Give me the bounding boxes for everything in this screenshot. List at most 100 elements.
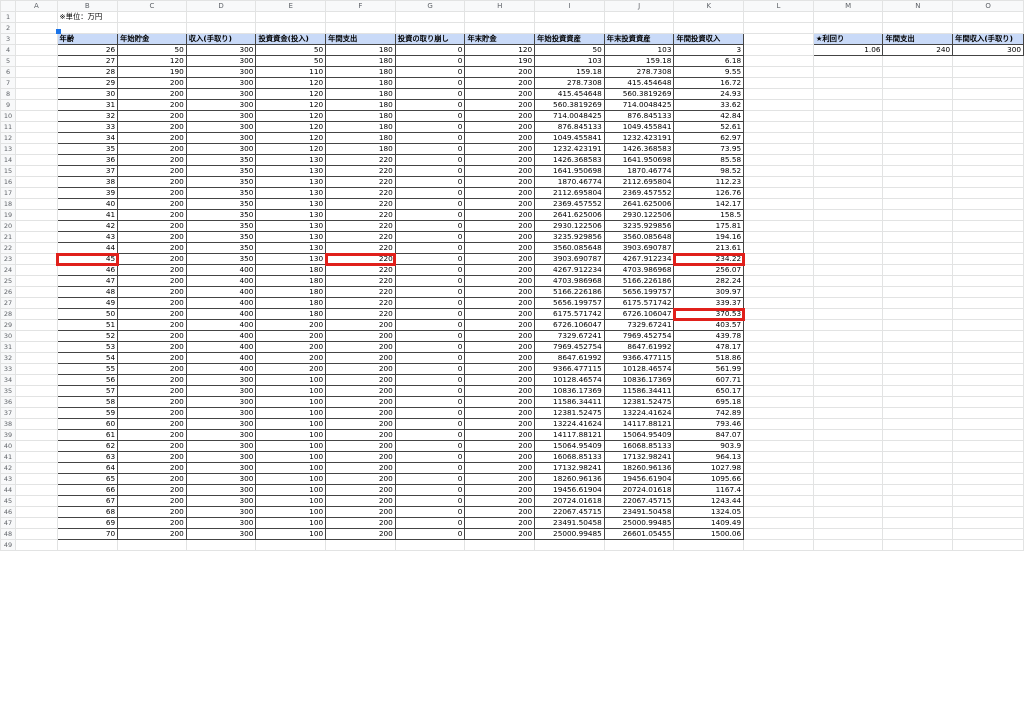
data-cell[interactable]: 200 (117, 374, 187, 386)
cell[interactable] (952, 209, 1024, 221)
data-cell[interactable]: 400 (185, 275, 257, 287)
data-cell[interactable]: 120 (117, 55, 187, 67)
cell[interactable] (952, 99, 1024, 111)
data-cell[interactable]: 46 (56, 264, 119, 276)
data-cell[interactable]: 714.0048425 (534, 110, 605, 122)
data-cell[interactable]: 180 (325, 66, 396, 78)
data-cell[interactable]: 200 (464, 473, 536, 485)
data-cell[interactable]: 350 (185, 187, 257, 199)
data-cell[interactable]: 50 (117, 44, 187, 56)
data-cell[interactable]: 876.845133 (603, 110, 675, 122)
data-cell[interactable]: 200 (117, 396, 187, 408)
data-cell[interactable]: 0 (394, 330, 466, 342)
data-cell[interactable]: 200 (325, 396, 396, 408)
data-cell[interactable]: 220 (325, 231, 396, 243)
cell[interactable] (882, 484, 954, 496)
data-cell[interactable]: 120 (255, 99, 327, 111)
cell[interactable] (15, 11, 58, 23)
data-cell[interactable]: 10128.46574 (534, 374, 605, 386)
data-cell[interactable]: 200 (325, 330, 396, 342)
data-cell[interactable]: 40 (56, 198, 119, 210)
cell[interactable] (464, 22, 536, 34)
data-cell[interactable]: 200 (117, 121, 187, 133)
cell[interactable] (15, 374, 58, 386)
data-cell[interactable]: 180 (255, 275, 327, 287)
data-cell[interactable]: 742.89 (673, 407, 745, 419)
data-cell[interactable]: 300 (185, 451, 257, 463)
data-cell[interactable]: 1500.06 (673, 528, 745, 540)
row-header[interactable]: 18 (0, 198, 17, 210)
data-cell[interactable]: 100 (255, 385, 327, 397)
data-cell[interactable]: 19456.61904 (603, 473, 675, 485)
cell[interactable] (882, 473, 954, 485)
data-cell[interactable]: 200 (464, 220, 536, 232)
cell[interactable] (952, 253, 1024, 265)
data-cell[interactable]: 200 (325, 473, 396, 485)
cell[interactable] (952, 506, 1024, 518)
data-cell[interactable]: 7969.452754 (603, 330, 675, 342)
data-cell[interactable]: 200 (117, 209, 187, 221)
data-cell[interactable]: 964.13 (673, 451, 745, 463)
data-cell[interactable]: 120 (255, 110, 327, 122)
cell[interactable] (882, 528, 954, 540)
cell[interactable] (882, 110, 954, 122)
data-cell[interactable]: 220 (325, 220, 396, 232)
cell[interactable] (812, 275, 884, 287)
data-cell[interactable]: 200 (255, 352, 327, 364)
data-cell[interactable]: 200 (464, 440, 536, 452)
cell[interactable] (812, 363, 884, 375)
cell[interactable] (952, 231, 1024, 243)
cell[interactable] (743, 88, 814, 100)
data-cell[interactable]: 200 (117, 517, 187, 529)
data-cell[interactable]: 200 (464, 319, 536, 331)
data-cell[interactable]: 350 (185, 242, 257, 254)
cell[interactable] (117, 22, 187, 34)
cell[interactable] (812, 451, 884, 463)
cell[interactable] (812, 396, 884, 408)
cell[interactable] (394, 539, 466, 551)
data-cell[interactable]: 120 (255, 88, 327, 100)
cell[interactable] (15, 154, 58, 166)
cell[interactable] (812, 176, 884, 188)
data-cell[interactable]: 300 (185, 55, 257, 67)
data-cell[interactable]: 18260.96136 (603, 462, 675, 474)
data-cell[interactable]: 1870.46774 (534, 176, 605, 188)
data-cell[interactable]: 19456.61904 (534, 484, 605, 496)
cell[interactable] (812, 352, 884, 364)
row-header[interactable]: 25 (0, 275, 17, 287)
cell[interactable] (882, 363, 954, 375)
data-cell[interactable]: 159.18 (603, 55, 675, 67)
data-cell[interactable]: 200 (117, 440, 187, 452)
data-cell[interactable]: 1426.368583 (534, 154, 605, 166)
row-header[interactable]: 20 (0, 220, 17, 232)
cell[interactable] (952, 22, 1024, 34)
cell[interactable] (743, 374, 814, 386)
cell[interactable] (743, 539, 814, 551)
data-cell[interactable]: 0 (394, 396, 466, 408)
cell[interactable] (743, 495, 814, 507)
data-cell[interactable]: 200 (464, 506, 536, 518)
cell[interactable] (882, 187, 954, 199)
data-cell[interactable]: 50 (534, 44, 605, 56)
cell[interactable] (952, 297, 1024, 309)
data-cell[interactable]: 60 (56, 418, 119, 430)
cell[interactable] (743, 473, 814, 485)
data-cell[interactable]: 300 (185, 132, 257, 144)
cell[interactable] (743, 176, 814, 188)
data-cell[interactable]: 200 (325, 407, 396, 419)
cell[interactable] (56, 22, 119, 34)
data-cell[interactable]: 213.61 (673, 242, 745, 254)
cell[interactable] (882, 418, 954, 430)
data-cell[interactable]: 0 (394, 88, 466, 100)
data-cell[interactable]: 73.95 (673, 143, 745, 155)
data-cell[interactable]: 11586.34411 (534, 396, 605, 408)
data-cell[interactable]: 200 (117, 429, 187, 441)
cell[interactable] (812, 462, 884, 474)
data-cell[interactable]: 220 (325, 198, 396, 210)
cell[interactable] (882, 231, 954, 243)
data-cell[interactable]: 55 (56, 363, 119, 375)
cell[interactable] (743, 462, 814, 474)
data-cell[interactable]: 15064.95409 (603, 429, 675, 441)
cell[interactable] (743, 363, 814, 375)
cell[interactable] (882, 429, 954, 441)
